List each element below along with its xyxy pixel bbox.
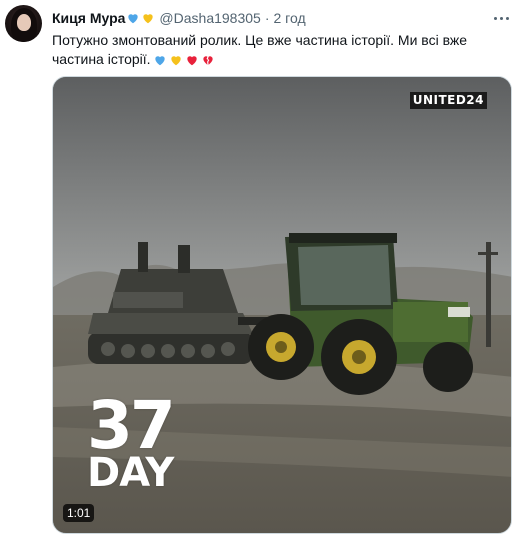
brand-watermark: UNITED24 (409, 92, 487, 109)
overlay-day-word: DAY (87, 450, 174, 496)
broken-heart-icon (202, 56, 213, 65)
tweet-emojis (153, 53, 215, 67)
more-dot-icon (493, 16, 497, 20)
red-heart-icon (186, 56, 197, 66)
timestamp[interactable]: 2 год (274, 9, 306, 27)
more-options-button[interactable] (491, 8, 511, 28)
yellow-heart-icon (143, 14, 154, 24)
author-handle[interactable]: @Dasha198305 (159, 9, 260, 27)
tweet-text: Потужно змонтований ролик. Це вже частин… (52, 31, 492, 69)
separator-dot: · (264, 10, 270, 26)
overlay-day-number: 37 (87, 387, 176, 464)
blue-heart-icon (128, 14, 139, 24)
author-name[interactable]: Киця Мура (52, 9, 125, 27)
avatar[interactable] (5, 5, 42, 42)
more-dot-icon (505, 16, 509, 20)
more-dot-icon (499, 16, 503, 20)
video-duration-badge: 1:01 (63, 504, 95, 522)
tweet: Киця Мура @Dasha198305 · 2 год Потужно з… (0, 0, 519, 543)
blue-heart-icon (154, 56, 165, 66)
video-player[interactable]: UNITED24 37 DAY 1:01 (52, 76, 512, 534)
yellow-heart-icon (170, 56, 181, 66)
tweet-header: Киця Мура @Dasha198305 · 2 год (52, 9, 306, 27)
avatar-face (17, 14, 31, 31)
tweet-text-body: Потужно змонтований ролик. Це вже частин… (52, 32, 468, 67)
